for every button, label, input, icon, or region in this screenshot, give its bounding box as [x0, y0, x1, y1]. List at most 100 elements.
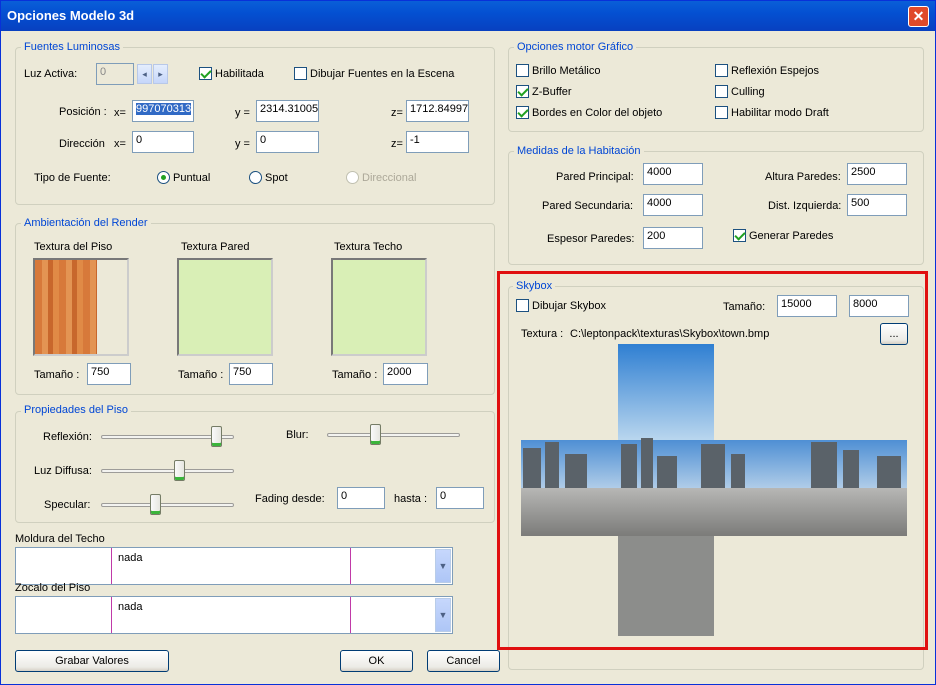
spin-right-icon[interactable]: ▸ — [153, 64, 168, 84]
luz-activa-label: Luz Activa: — [24, 68, 78, 80]
dir-z-input[interactable]: -1 — [406, 131, 469, 153]
specular-slider[interactable] — [149, 494, 161, 515]
pared-principal-input[interactable]: 4000 — [643, 163, 703, 185]
espesor-input[interactable]: 200 — [643, 227, 703, 249]
chevron-down-icon[interactable]: ▼ — [435, 598, 451, 632]
luz-activa-field[interactable]: 0 — [96, 63, 134, 85]
bordes-label: Bordes en Color del objeto — [532, 107, 663, 119]
reflexion-label: Reflexión: — [43, 431, 92, 443]
dir-z-label: z= — [391, 138, 403, 150]
cancel-button[interactable]: Cancel — [427, 650, 500, 672]
pared-principal-label: Pared Principal: — [556, 171, 634, 183]
motor-title: Opciones motor Gráfico — [514, 41, 637, 53]
luz-diffusa-label: Luz Diffusa: — [34, 465, 92, 477]
dir-y-label: y = — [235, 138, 250, 150]
moldura-combo[interactable]: nada ▼ — [15, 547, 453, 585]
zbuffer-label: Z-Buffer — [532, 86, 572, 98]
tam-pared-input[interactable]: 750 — [229, 363, 273, 385]
combo-separator — [111, 548, 112, 584]
moldura-label: Moldura del Techo — [15, 533, 105, 545]
luz-diffusa-slider[interactable] — [174, 460, 186, 481]
close-icon[interactable]: ✕ — [908, 6, 929, 27]
blur-slider[interactable] — [369, 424, 381, 445]
dir-x-label: x= — [114, 138, 126, 150]
pos-x-input[interactable]: 997070313 — [132, 100, 194, 122]
dibujar-fuentes-checkbox[interactable] — [294, 67, 307, 80]
textura-piso-image[interactable] — [33, 258, 129, 356]
ok-button[interactable]: OK — [340, 650, 413, 672]
tipo-fuente-label: Tipo de Fuente: — [34, 172, 111, 184]
pos-y-label: y = — [235, 107, 250, 119]
specular-track[interactable] — [101, 503, 234, 507]
fuentes-title: Fuentes Luminosas — [21, 41, 123, 53]
generar-paredes-checkbox[interactable] — [733, 229, 746, 242]
tam-piso-input[interactable]: 750 — [87, 363, 131, 385]
tam-techo-input[interactable]: 2000 — [383, 363, 428, 385]
textura-pared-image[interactable] — [177, 258, 273, 356]
espesor-label: Espesor Paredes: — [547, 233, 635, 245]
reflexion-espejos-checkbox[interactable] — [715, 64, 728, 77]
generar-paredes-label: Generar Paredes — [749, 230, 834, 242]
blur-track[interactable] — [327, 433, 460, 437]
window-title: Opciones Modelo 3d — [7, 8, 135, 23]
combo-separator — [350, 597, 351, 633]
piso-title: Propiedades del Piso — [21, 404, 131, 416]
brillo-label: Brillo Metálico — [532, 65, 601, 77]
puntual-label: Puntual — [173, 172, 211, 184]
pos-x-label: x= — [114, 107, 126, 119]
tam-techo-label: Tamaño : — [332, 369, 378, 381]
altura-label: Altura Paredes: — [765, 171, 841, 183]
dist-izq-label: Dist. Izquierda: — [768, 200, 842, 212]
grabar-valores-button[interactable]: Grabar Valores — [15, 650, 169, 672]
habilitada-label: Habilitada — [215, 68, 264, 80]
luz-diffusa-track[interactable] — [101, 469, 234, 473]
culling-checkbox[interactable] — [715, 85, 728, 98]
tam-pared-label: Tamaño : — [178, 369, 224, 381]
spot-label: Spot — [265, 172, 288, 184]
altura-input[interactable]: 2500 — [847, 163, 907, 185]
reflexion-slider[interactable] — [210, 426, 222, 447]
moldura-value: nada — [118, 552, 143, 564]
highlight-box — [497, 271, 928, 650]
chevron-down-icon[interactable]: ▼ — [435, 549, 451, 583]
combo-separator — [350, 548, 351, 584]
dir-y-input[interactable]: 0 — [256, 131, 319, 153]
pared-secundaria-input[interactable]: 4000 — [643, 194, 703, 216]
pos-y-input[interactable]: 2314.31005 — [256, 100, 319, 122]
direccional-label: Direccional — [362, 172, 417, 184]
bordes-checkbox[interactable] — [516, 106, 529, 119]
puntual-radio[interactable] — [157, 171, 170, 184]
spot-radio[interactable] — [249, 171, 262, 184]
draft-checkbox[interactable] — [715, 106, 728, 119]
textura-techo-label: Textura Techo — [334, 241, 403, 253]
dir-x-input[interactable]: 0 — [132, 131, 194, 153]
zocalo-combo[interactable]: nada ▼ — [15, 596, 453, 634]
dibujar-fuentes-label: Dibujar Fuentes en la Escena — [310, 68, 455, 80]
combo-separator — [111, 597, 112, 633]
direccional-radio[interactable] — [346, 171, 359, 184]
pos-z-input[interactable]: 1712.84997 — [406, 100, 469, 122]
blur-label: Blur: — [286, 429, 309, 441]
wood-texture — [35, 260, 97, 354]
spin-left-icon[interactable]: ◂ — [137, 64, 152, 84]
zocalo-value: nada — [118, 601, 143, 613]
specular-label: Specular: — [44, 499, 91, 511]
tam-piso-label: Tamaño : — [34, 369, 80, 381]
reflexion-espejos-label: Reflexión Espejos — [731, 65, 820, 77]
textura-techo-image[interactable] — [331, 258, 427, 356]
textura-piso-label: Textura del Piso — [34, 241, 113, 253]
title-bar: Opciones Modelo 3d ✕ — [1, 1, 935, 31]
hasta-input[interactable]: 0 — [436, 487, 484, 509]
pos-z-label: z= — [391, 107, 403, 119]
dist-izq-input[interactable]: 500 — [847, 194, 907, 216]
hasta-label: hasta : — [394, 493, 428, 505]
fading-desde-input[interactable]: 0 — [337, 487, 385, 509]
brillo-checkbox[interactable] — [516, 64, 529, 77]
draft-label: Habilitar modo Draft — [731, 107, 829, 119]
direccion-label: Dirección — [59, 138, 105, 150]
render-title: Ambientación del Render — [21, 217, 151, 229]
zbuffer-checkbox[interactable] — [516, 85, 529, 98]
culling-label: Culling — [731, 86, 765, 98]
dialog-window: Opciones Modelo 3d ✕ Fuentes Luminosas L… — [0, 0, 936, 685]
habilitada-checkbox[interactable] — [199, 67, 212, 80]
